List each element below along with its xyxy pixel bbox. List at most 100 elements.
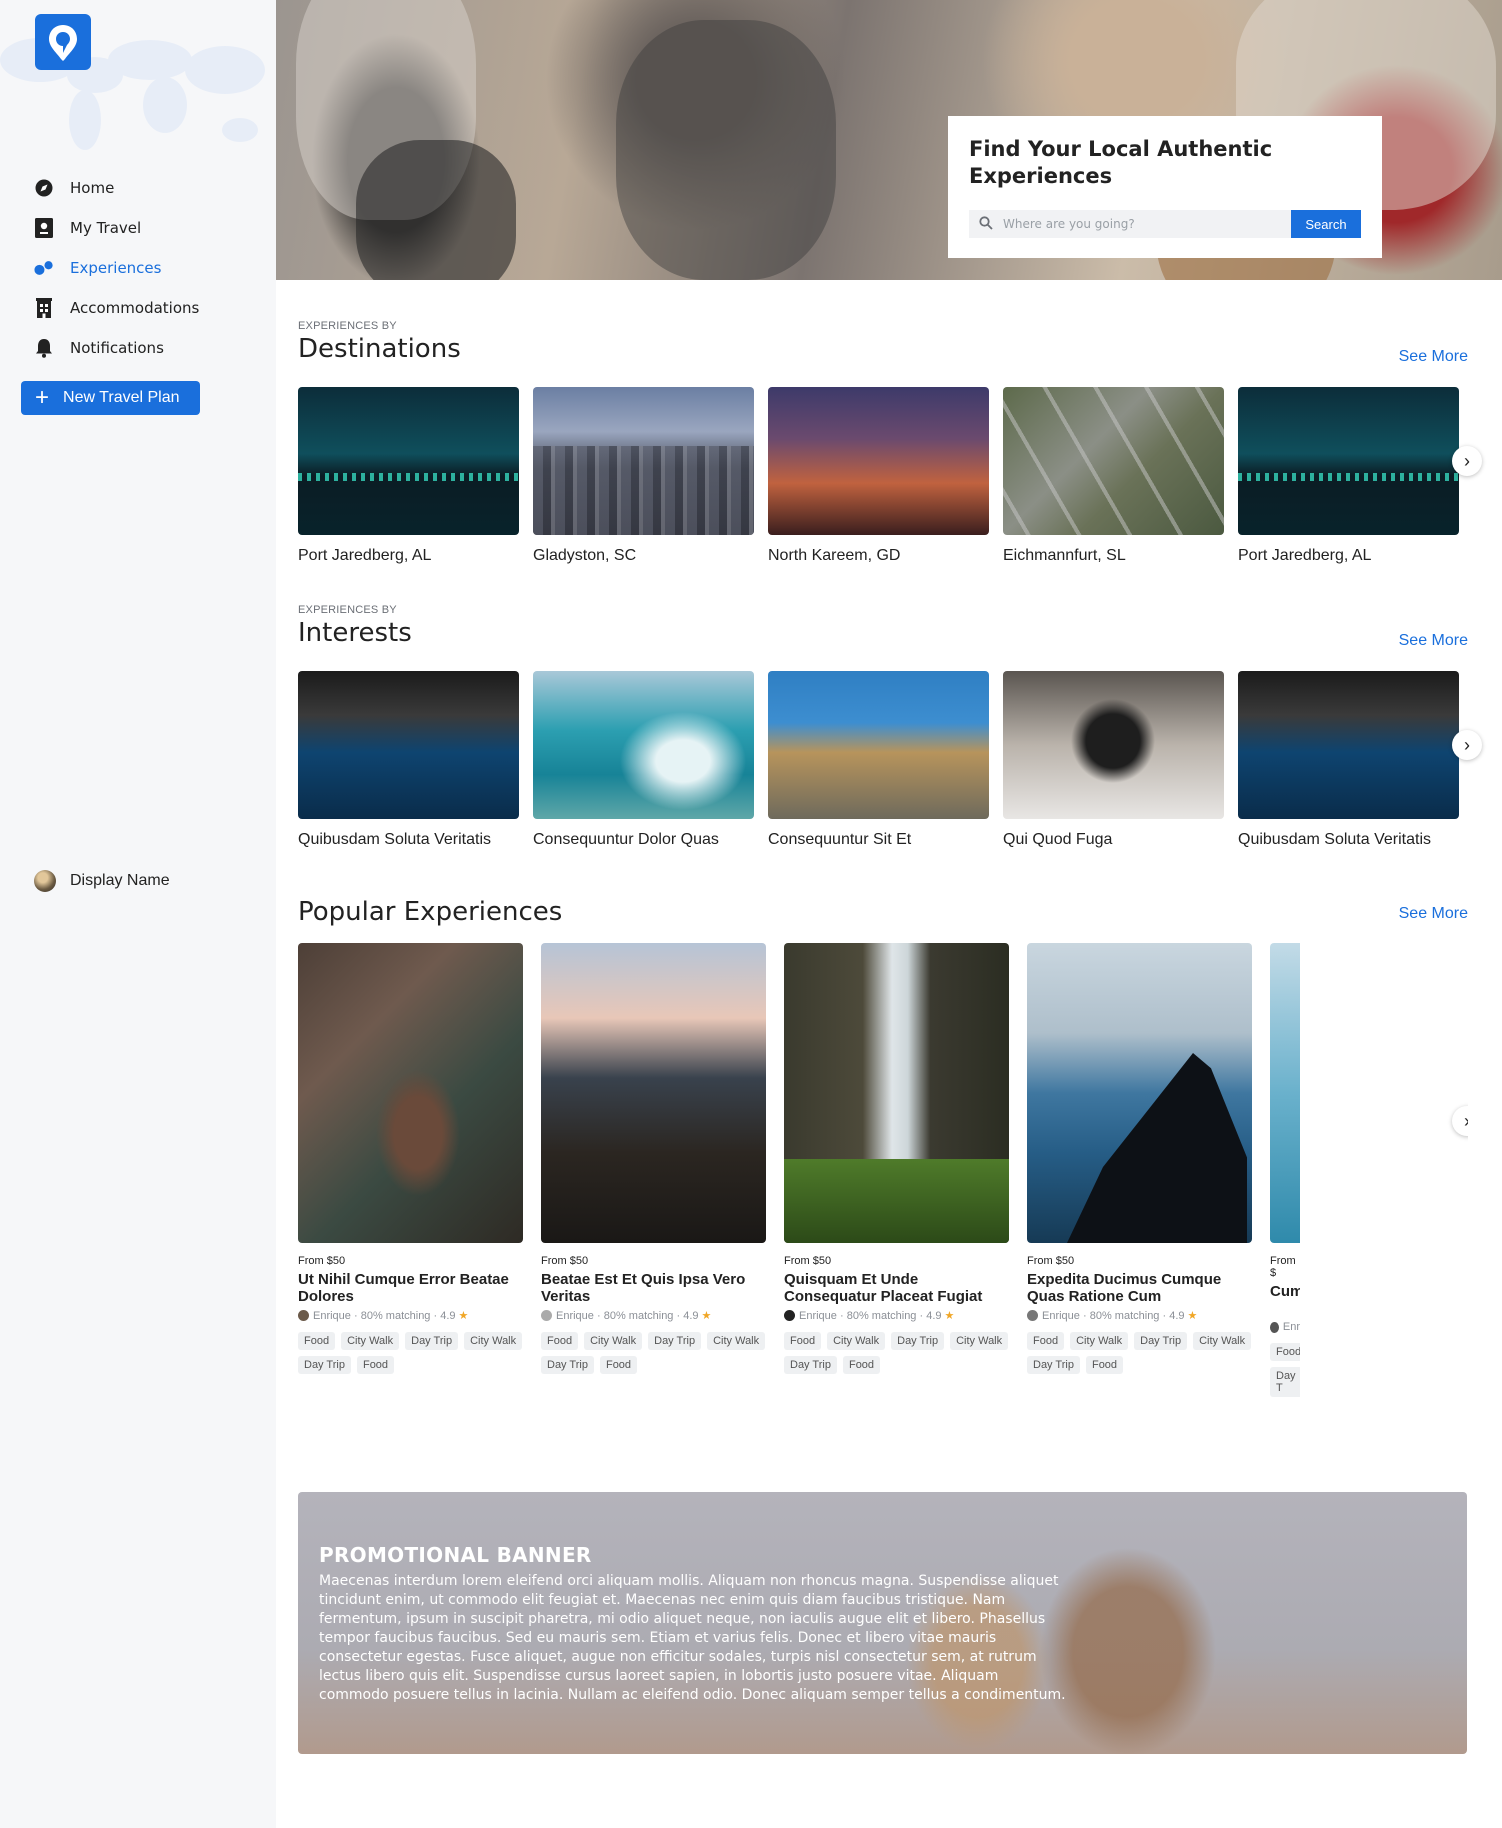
- plus-icon: +: [35, 384, 50, 411]
- popular-next-button[interactable]: ›: [1452, 1106, 1468, 1136]
- destination-label: Port Jaredberg, AL: [298, 547, 432, 564]
- destination-label: Eichmannfurt, SL: [1003, 547, 1126, 564]
- tag[interactable]: City Walk: [1193, 1332, 1252, 1350]
- tag-list: Food City Walk Day Trip City Walk Day Tr…: [784, 1332, 1009, 1374]
- experience-price: From $50: [298, 1255, 346, 1267]
- tag[interactable]: Food: [1270, 1343, 1300, 1361]
- rating-value: 4.9: [440, 1309, 456, 1322]
- host-avatar: [1270, 1321, 1279, 1333]
- interests-next-button[interactable]: ›: [1452, 730, 1482, 760]
- experience-meta: Enrique · 80% matching · 4.9 ★: [298, 1309, 523, 1322]
- experience-card[interactable]: From $50 Quisquam Et Unde Consequatur Pl…: [784, 943, 1009, 1397]
- promo-title: PROMOTIONAL BANNER: [319, 1543, 592, 1567]
- experience-title: Cum: [1270, 1283, 1300, 1300]
- tag[interactable]: Day Trip: [1134, 1332, 1188, 1350]
- new-travel-plan-button[interactable]: + New Travel Plan: [21, 381, 200, 415]
- tag[interactable]: City Walk: [707, 1332, 766, 1350]
- tag[interactable]: Food: [541, 1332, 579, 1350]
- tag-list: Food City Walk Day Trip City Walk Day Tr…: [1027, 1332, 1252, 1374]
- host-avatar: [541, 1310, 552, 1321]
- hero-photo-detail: [616, 20, 836, 280]
- tag[interactable]: Day T: [1270, 1367, 1300, 1397]
- chevron-right-icon: ›: [1464, 734, 1470, 755]
- tag[interactable]: City Walk: [584, 1332, 643, 1350]
- popular-see-more-link[interactable]: See More: [1399, 905, 1468, 923]
- interest-label: Qui Quod Fuga: [1003, 831, 1113, 848]
- tag[interactable]: Food: [1085, 1356, 1124, 1374]
- tag[interactable]: Food: [599, 1356, 638, 1374]
- tag[interactable]: City Walk: [341, 1332, 400, 1350]
- nav-item-experiences[interactable]: Experiences: [0, 248, 276, 288]
- interest-label: Consequuntur Sit Et: [768, 831, 912, 848]
- tag[interactable]: City Walk: [1070, 1332, 1129, 1350]
- destination-card[interactable]: North Kareem, GD: [768, 387, 989, 565]
- chevron-right-icon: ›: [1464, 1111, 1468, 1132]
- experience-price: From $: [1270, 1255, 1296, 1279]
- interest-card[interactable]: Consequuntur Dolor Quas: [533, 671, 754, 849]
- tag[interactable]: Day Trip: [784, 1356, 837, 1374]
- search-button[interactable]: Search: [1291, 210, 1361, 238]
- star-icon: ★: [701, 1310, 712, 1322]
- experience-thumbnail: [784, 943, 1009, 1243]
- tag[interactable]: City Walk: [827, 1332, 886, 1350]
- destination-thumbnail: [1003, 387, 1224, 535]
- destinations-title: Destinations: [298, 334, 461, 364]
- experience-card[interactable]: From $50 Beatae Est Et Quis Ipsa Vero Ve…: [541, 943, 766, 1397]
- interests-see-more-link[interactable]: See More: [1399, 632, 1468, 650]
- destination-card[interactable]: Eichmannfurt, SL: [1003, 387, 1224, 565]
- destinations-next-button[interactable]: ›: [1452, 446, 1482, 476]
- nav-item-accommodations[interactable]: Accommodations: [0, 288, 276, 328]
- sidebar: Home My Travel Experiences Accommodation…: [0, 0, 276, 1828]
- nav-item-notifications[interactable]: Notifications: [0, 328, 276, 368]
- experience-card[interactable]: From $ Cum Enr Food Day T: [1270, 943, 1300, 1397]
- tag[interactable]: City Walk: [950, 1332, 1009, 1350]
- nav-item-home[interactable]: Home: [0, 168, 276, 208]
- host-name: Enrique: [313, 1309, 351, 1322]
- experience-card[interactable]: From $50 Expedita Ducimus Cumque Quas Ra…: [1027, 943, 1252, 1397]
- destination-card[interactable]: Port Jaredberg, AL: [1238, 387, 1459, 565]
- tag[interactable]: City Walk: [464, 1332, 523, 1350]
- tag[interactable]: Day Trip: [891, 1332, 945, 1350]
- experiences-icon: [34, 258, 54, 278]
- app-logo[interactable]: [35, 14, 91, 70]
- tag-list: Food Day T: [1270, 1343, 1300, 1397]
- tag[interactable]: Food: [842, 1356, 881, 1374]
- destination-card[interactable]: Port Jaredberg, AL: [298, 387, 519, 565]
- destinations-see-more-link[interactable]: See More: [1399, 348, 1468, 366]
- host-name: Enrique: [556, 1309, 594, 1322]
- interest-card[interactable]: Qui Quod Fuga: [1003, 671, 1224, 849]
- tag[interactable]: Day Trip: [541, 1356, 594, 1374]
- tag[interactable]: Day Trip: [1027, 1356, 1080, 1374]
- star-icon: ★: [1187, 1310, 1198, 1322]
- search-card: Find Your Local Authentic Experiences Wh…: [948, 116, 1382, 258]
- matching-score: 80% matching: [360, 1309, 431, 1322]
- tag[interactable]: Food: [1027, 1332, 1065, 1350]
- interest-card[interactable]: Quibusdam Soluta Veritatis: [1238, 671, 1459, 849]
- interest-card[interactable]: Quibusdam Soluta Veritatis: [298, 671, 519, 849]
- tag[interactable]: Day Trip: [298, 1356, 351, 1374]
- main-nav: Home My Travel Experiences Accommodation…: [0, 168, 276, 368]
- profile-menu[interactable]: Display Name: [34, 870, 170, 892]
- meta-separator: ·: [353, 1309, 358, 1322]
- nav-item-my-travel[interactable]: My Travel: [0, 208, 276, 248]
- destinations-carousel: Port Jaredberg, AL Gladyston, SC North K…: [298, 387, 1459, 565]
- nav-label-home: Home: [70, 179, 115, 197]
- search-placeholder: Where are you going?: [1003, 217, 1135, 231]
- nav-label-notifications: Notifications: [70, 339, 164, 357]
- experience-card[interactable]: From $50 Ut Nihil Cumque Error Beatae Do…: [298, 943, 523, 1397]
- tag[interactable]: Food: [298, 1332, 336, 1350]
- tag[interactable]: Food: [356, 1356, 395, 1374]
- search-input[interactable]: Where are you going?: [969, 210, 1291, 238]
- interest-card[interactable]: Consequuntur Sit Et: [768, 671, 989, 849]
- location-pin-icon: [49, 25, 77, 61]
- rating-value: 4.9: [683, 1309, 699, 1322]
- tag[interactable]: Day Trip: [648, 1332, 702, 1350]
- host-avatar: [298, 1310, 309, 1321]
- tag[interactable]: Day Trip: [405, 1332, 459, 1350]
- promotional-banner[interactable]: PROMOTIONAL BANNER Maecenas interdum lor…: [298, 1492, 1467, 1754]
- tag[interactable]: Food: [784, 1332, 822, 1350]
- meta-separator: ·: [919, 1309, 924, 1322]
- experience-thumbnail: [1270, 943, 1300, 1243]
- destination-card[interactable]: Gladyston, SC: [533, 387, 754, 565]
- profile-name: Display Name: [70, 872, 170, 889]
